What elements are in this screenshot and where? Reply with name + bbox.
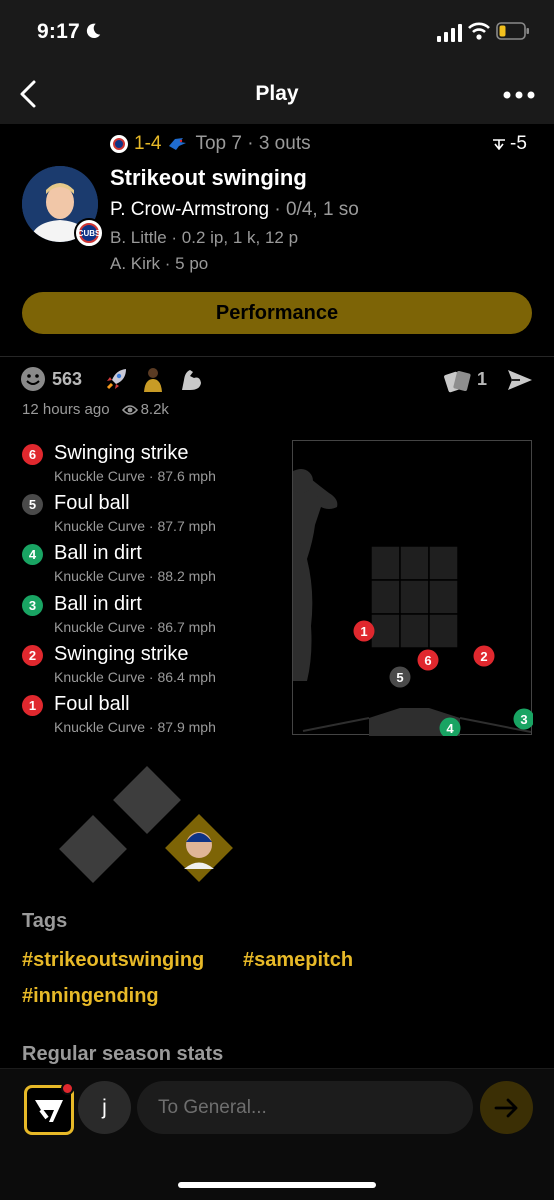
delta-badge: -5 [492, 133, 527, 155]
svg-text:2: 2 [480, 649, 487, 664]
svg-text:3: 3 [520, 712, 527, 727]
pitch-result: Ball in dirt [54, 542, 142, 565]
moon-icon [86, 23, 101, 39]
batter-name[interactable]: P. Crow-Armstrong [110, 199, 269, 220]
eye-icon [121, 404, 138, 415]
pitcher-line: B. Little · 0.2 ip, 1 k, 12 p [110, 228, 299, 247]
cards-count: 1 [477, 369, 488, 389]
pitch-detail: Knuckle Curve · 86.4 mph [54, 668, 216, 685]
strike-zone-graphic: 1 6 2 5 4 3 [289, 469, 535, 739]
pitch-number-badge: 1 [22, 694, 43, 716]
pitch-number-badge: 6 [22, 444, 43, 465]
pitch-detail: Knuckle Curve · 87.6 mph [54, 468, 216, 484]
tag-inningending[interactable]: #inningending [22, 985, 159, 1008]
play-title: Strikeout swinging [110, 165, 307, 190]
smile-reaction-icon[interactable] [20, 366, 46, 392]
svg-text:6: 6 [424, 653, 431, 668]
svg-text:1: 1 [360, 624, 367, 639]
pitch-number-badge: 2 [22, 644, 43, 666]
delta-value: -5 [510, 133, 527, 154]
inning-info: Top 7 · 3 outs [195, 133, 311, 154]
season-stats-heading: Regular season stats [22, 1043, 224, 1065]
pitch-marker-3: 3 [513, 708, 535, 730]
cards-icon[interactable] [443, 367, 473, 393]
divider [0, 356, 554, 357]
svg-text:4: 4 [446, 721, 454, 736]
pitch-row[interactable]: 1 Foul ball Knuckle Curve · 87.9 mph [22, 693, 272, 743]
pitch-result: Ball in dirt [54, 592, 142, 615]
post-meta: 12 hours ago 8.2k [22, 401, 169, 418]
trend-icon [493, 139, 505, 150]
pitch-row[interactable]: 2 Swinging strike Knuckle Curve · 86.4 mph [22, 643, 272, 693]
pitch-marker-5: 5 [389, 666, 411, 688]
catcher-line: A. Kirk · 5 po [110, 254, 209, 273]
message-composer: j [0, 1068, 554, 1200]
pitch-detail: Knuckle Curve · 87.9 mph [54, 718, 216, 735]
game-score: 1-4 [134, 133, 162, 154]
pitch-detail: Knuckle Curve · 87.7 mph [54, 518, 216, 535]
nav-bar: Play [0, 66, 554, 124]
cubs-logo-icon [110, 135, 128, 153]
more-icon[interactable] [502, 82, 536, 108]
pitch-marker-2: 2 [473, 645, 495, 667]
pitch-result: Swinging strike [54, 642, 189, 665]
battery-icon [496, 22, 529, 40]
pitch-row[interactable]: 3 Ball in dirt Knuckle Curve · 86.7 mph [22, 593, 272, 643]
wifi-icon [468, 22, 490, 40]
reactions-row: 563 1 [0, 364, 554, 394]
second-base [113, 766, 181, 834]
pitch-result: Foul ball [54, 692, 130, 715]
reaction-count: 563 [52, 369, 83, 389]
page-title: Play [255, 82, 299, 105]
pitch-row[interactable]: 5 Foul ball Knuckle Curve · 87.7 mph [22, 492, 272, 542]
pitch-number-badge: 3 [22, 594, 43, 616]
home-indicator [178, 1182, 376, 1188]
strike-zone-panel: 1 6 2 5 4 3 [289, 440, 535, 739]
batter-stats: · 0/4, 1 so [274, 199, 359, 220]
pitch-detail: Knuckle Curve · 88.2 mph [54, 568, 216, 585]
pitch-number-badge: 4 [22, 544, 43, 566]
arrow-right-icon [494, 1098, 517, 1117]
tag-strikeoutswinging[interactable]: #strikeoutswinging [22, 949, 204, 972]
pitch-row[interactable]: 6 Swinging strike Knuckle Curve · 87.6 mph [22, 442, 272, 492]
runner-on-first[interactable] [165, 814, 233, 882]
bases-diagram [59, 766, 233, 883]
pitch-marker-1: 1 [353, 620, 375, 642]
third-base [59, 815, 127, 883]
signal-icon [437, 24, 462, 42]
pitch-number-badge: 5 [22, 494, 43, 516]
tags-heading: Tags [22, 910, 68, 932]
team-badge-icon: CUBS [74, 218, 104, 248]
user-avatar[interactable]: j [78, 1081, 131, 1134]
pitch-result: Foul ball [54, 492, 130, 515]
time-ago: 12 hours ago [22, 401, 110, 418]
share-icon[interactable] [506, 367, 534, 393]
send-button[interactable] [480, 1081, 533, 1134]
flexed-bicep-icon[interactable] [178, 366, 204, 392]
pitch-result: Swinging strike [54, 442, 189, 464]
notification-dot [61, 1082, 74, 1095]
zone-grid [370, 545, 459, 649]
pitch-row[interactable]: 4 Ball in dirt Knuckle Curve · 88.2 mph [22, 542, 272, 592]
batter-line: P. Crow-Armstrong · 0/4, 1 so [110, 199, 359, 221]
view-count: 8.2k [140, 401, 169, 418]
rocket-icon[interactable] [104, 366, 130, 392]
pitch-detail: Knuckle Curve · 86.7 mph [54, 618, 216, 635]
status-time: 9:17 [37, 20, 80, 43]
blue-jays-logo-icon [169, 138, 187, 150]
pitch-list: 6 Swinging strike Knuckle Curve · 87.6 mph… [22, 442, 272, 743]
player-emoji-icon[interactable] [141, 366, 165, 392]
performance-button[interactable]: Performance [22, 292, 532, 334]
message-input[interactable] [137, 1081, 473, 1134]
play-header: 1-4 Top 7 · 3 outs -5 CUBS Strikeout swi… [0, 124, 554, 356]
status-bar: 9:17 [0, 0, 554, 66]
score-line: 1-4 Top 7 · 3 outs [110, 133, 311, 155]
svg-text:5: 5 [396, 670, 403, 685]
pitch-marker-6: 6 [417, 649, 439, 671]
tag-samepitch[interactable]: #samepitch [243, 949, 353, 972]
